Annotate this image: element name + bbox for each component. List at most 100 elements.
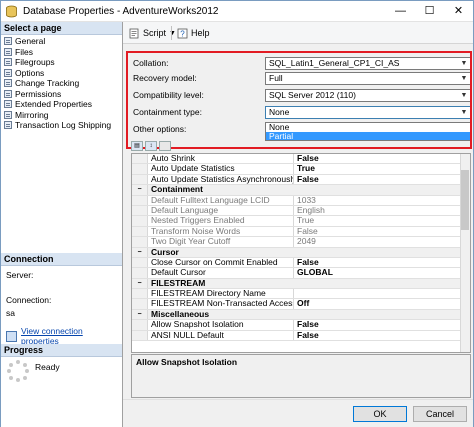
grid-property-value[interactable]: False xyxy=(294,227,470,236)
description-title: Allow Snapshot Isolation xyxy=(136,357,238,367)
page-label: Mirroring xyxy=(15,109,49,120)
sort-alphabetical-icon[interactable]: ↕ xyxy=(145,141,157,151)
grid-category-name: Cursor xyxy=(151,247,179,257)
progress-status: Ready xyxy=(35,362,60,372)
page-label: Options xyxy=(15,67,45,78)
grid-property-row[interactable]: Transform Noise Words False xyxy=(132,226,470,238)
page-item-change-tracking[interactable]: Change Tracking xyxy=(1,78,122,89)
grid-property-value[interactable]: False xyxy=(294,175,470,184)
grid-property-value[interactable]: False xyxy=(294,258,470,267)
grid-row-gutter xyxy=(132,154,148,164)
property-pages-icon[interactable] xyxy=(159,141,171,151)
grid-property-value[interactable]: False xyxy=(294,331,470,340)
connection-value: sa xyxy=(6,308,15,318)
collapse-icon[interactable]: − xyxy=(132,185,148,195)
connection-label: Connection: xyxy=(6,295,52,305)
svg-text:?: ? xyxy=(180,29,185,38)
grid-property-row[interactable]: Auto Update Statistics Asynchronously Fal… xyxy=(132,174,470,186)
grid-property-value[interactable]: True xyxy=(294,164,470,173)
view-connection-properties[interactable]: View connection properties xyxy=(6,326,118,346)
grid-property-row[interactable]: Default Cursor GLOBAL xyxy=(132,268,470,279)
grid-property-value[interactable]: 2049 xyxy=(294,237,470,246)
grid-category-row[interactable]: − Miscellaneous xyxy=(132,309,470,321)
grid-property-row[interactable]: Close Cursor on Commit Enabled False xyxy=(132,257,470,269)
page-item-files[interactable]: Files xyxy=(1,47,122,58)
grid-category-row[interactable]: − FILESTREAM xyxy=(132,278,470,290)
grid-category-row[interactable]: − Cursor xyxy=(132,247,470,258)
page-item-transaction-log-shipping[interactable]: Transaction Log Shipping xyxy=(1,120,122,131)
grid-row-gutter xyxy=(132,237,148,247)
grid-property-row[interactable]: Default Fulltext Language LCID 1033 xyxy=(132,195,470,206)
script-button[interactable]: Script ▼ xyxy=(129,26,176,40)
grid-property-name: Default Language xyxy=(148,205,294,216)
grid-property-row[interactable]: Auto Update Statistics True xyxy=(132,164,470,175)
grid-property-row[interactable]: FILESTREAM Non-Transacted Access Off xyxy=(132,299,470,310)
grid-property-name: ANSI NULL Default xyxy=(148,330,294,341)
grid-property-row[interactable]: Auto Shrink False xyxy=(132,154,470,165)
page-item-extended-properties[interactable]: Extended Properties xyxy=(1,99,122,110)
page-item-filegroups[interactable]: Filegroups xyxy=(1,57,122,68)
minimize-button[interactable]: — xyxy=(386,1,415,22)
grid-row-gutter xyxy=(132,299,148,309)
script-label: Script xyxy=(143,28,167,38)
page-label: Extended Properties xyxy=(15,99,93,109)
grid-category-row[interactable]: − Containment xyxy=(132,185,470,196)
grid-property-value[interactable]: False xyxy=(294,154,470,163)
grid-property-row[interactable]: Nested Triggers Enabled True xyxy=(132,216,470,227)
grid-property-value[interactable] xyxy=(294,289,470,298)
progress-header: Progress xyxy=(1,344,122,357)
grid-property-name: Default Fulltext Language LCID xyxy=(148,195,294,205)
select-page-header: Select a page xyxy=(1,22,122,35)
progress-info: Ready xyxy=(7,360,60,382)
page-label: Permissions xyxy=(15,88,62,99)
footer: OK Cancel xyxy=(123,399,473,427)
grid-row-gutter xyxy=(132,216,148,226)
collapse-icon[interactable]: − xyxy=(132,278,148,289)
page-icon xyxy=(4,121,12,130)
grid-category-name: FILESTREAM xyxy=(151,278,206,288)
page-icon xyxy=(4,79,12,88)
database-icon xyxy=(6,5,17,18)
view-connection-link[interactable]: View connection properties xyxy=(21,326,118,346)
grid-property-value[interactable]: 1033 xyxy=(294,196,470,205)
grid-property-name: Auto Shrink xyxy=(148,154,294,164)
grid-property-row[interactable]: Two Digit Year Cutoff 2049 xyxy=(132,237,470,248)
grid-scrollbar-thumb[interactable] xyxy=(461,170,469,230)
grid-property-row[interactable]: ANSI NULL Default False xyxy=(132,330,470,342)
grid-scrollbar[interactable] xyxy=(460,154,470,352)
help-button[interactable]: ? Help xyxy=(177,26,210,40)
grid-property-row[interactable]: FILESTREAM Directory Name xyxy=(132,289,470,300)
page-item-options[interactable]: Options xyxy=(1,68,122,79)
grid-row-gutter xyxy=(132,330,148,341)
grid-property-value[interactable]: GLOBAL xyxy=(294,268,470,277)
page-list: General Files Filegroups Options Change … xyxy=(1,36,122,131)
script-icon xyxy=(129,28,139,38)
page-label: Files xyxy=(15,46,33,57)
grid-property-value[interactable]: English xyxy=(294,206,470,215)
cancel-button[interactable]: Cancel xyxy=(413,406,467,422)
collapse-icon[interactable]: − xyxy=(132,247,148,257)
connection-header: Connection xyxy=(1,253,122,266)
page-item-mirroring[interactable]: Mirroring xyxy=(1,110,122,121)
page-item-permissions[interactable]: Permissions xyxy=(1,89,122,100)
maximize-button[interactable]: ☐ xyxy=(415,1,444,22)
ok-button[interactable]: OK xyxy=(353,406,407,422)
server-value xyxy=(6,283,118,291)
grid-row-gutter xyxy=(132,195,148,205)
close-button[interactable]: ✕ xyxy=(444,1,473,22)
page-item-general[interactable]: General xyxy=(1,36,122,47)
grid-property-name: Nested Triggers Enabled xyxy=(148,216,294,226)
categorized-icon[interactable]: ▤ xyxy=(131,141,143,151)
collapse-icon[interactable]: − xyxy=(132,309,148,320)
grid-property-row[interactable]: Default Language English xyxy=(132,205,470,217)
grid-property-value[interactable]: Off xyxy=(294,299,470,308)
options-property-grid[interactable]: Auto Shrink False Auto Update Statistics Tr… xyxy=(131,153,471,353)
grid-property-value[interactable]: False xyxy=(294,320,470,329)
grid-property-value[interactable]: True xyxy=(294,216,470,225)
page-icon xyxy=(4,68,12,77)
title-bar: Database Properties - AdventureWorks2012… xyxy=(1,1,473,22)
grid-row-gutter xyxy=(132,257,148,268)
page-icon xyxy=(4,58,12,67)
grid-row-gutter xyxy=(132,164,148,174)
grid-property-row[interactable]: Allow Snapshot Isolation False xyxy=(132,320,470,331)
